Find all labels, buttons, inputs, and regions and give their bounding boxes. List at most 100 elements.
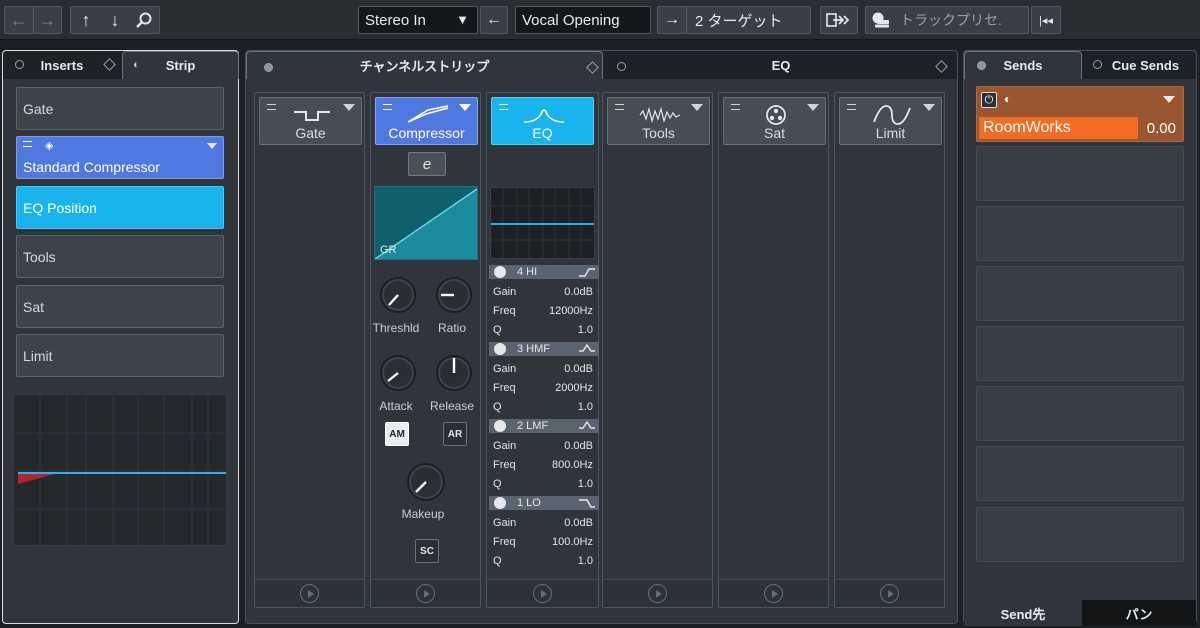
input-routing-select[interactable]: Stereo In ▼ xyxy=(358,6,478,34)
track-preset-field[interactable]: トラックプリセ. xyxy=(865,6,1029,34)
eq-param-row[interactable]: Freq 100.0Hz xyxy=(493,536,593,548)
power-icon[interactable] xyxy=(494,266,506,278)
tab-pan[interactable]: パン xyxy=(1082,600,1196,626)
param-value[interactable]: 0.0dB xyxy=(564,363,593,375)
strip-item-gate[interactable]: Gate xyxy=(16,87,224,130)
bypass-icon[interactable] xyxy=(23,141,32,147)
param-value[interactable]: 1.0 xyxy=(578,478,593,490)
strip-item-compressor[interactable]: ◈ Standard Compressor xyxy=(16,136,224,179)
power-icon[interactable] xyxy=(494,420,506,432)
eq-band-hi-header[interactable]: 4 HI xyxy=(489,265,599,279)
export-button[interactable] xyxy=(820,6,858,34)
power-icon[interactable] xyxy=(494,497,506,509)
send-slot-empty[interactable] xyxy=(976,146,1184,201)
play-icon[interactable] xyxy=(533,584,552,603)
eq-band-hmf-header[interactable]: 3 HMF xyxy=(489,342,599,356)
param-value[interactable]: 0.0dB xyxy=(564,440,593,452)
sat-module-button[interactable]: Sat xyxy=(723,97,826,145)
param-value[interactable]: 1.0 xyxy=(578,324,593,336)
param-value[interactable]: 2000Hz xyxy=(555,382,593,394)
param-value[interactable]: 1.0 xyxy=(578,555,593,567)
pre-post-icon[interactable]: ◐ xyxy=(1004,92,1011,106)
threshold-knob[interactable] xyxy=(377,274,419,316)
eq-param-row[interactable]: Freq 800.0Hz xyxy=(493,459,593,471)
high-shelf-icon[interactable] xyxy=(578,266,596,278)
track-name-field[interactable]: Vocal Opening xyxy=(515,6,651,34)
am-button[interactable]: AM xyxy=(385,422,409,446)
bypass-icon[interactable] xyxy=(847,104,856,110)
strip-item-limit[interactable]: Limit xyxy=(16,334,224,377)
play-icon[interactable] xyxy=(648,584,667,603)
forward-arrow-icon[interactable]: → xyxy=(34,7,62,33)
bypass-icon[interactable] xyxy=(731,104,740,110)
down-arrow-icon[interactable]: ↓ xyxy=(101,7,129,33)
eq-param-row[interactable]: Freq 12000Hz xyxy=(493,305,593,317)
param-value[interactable]: 1.0 xyxy=(578,401,593,413)
chevron-down-icon[interactable] xyxy=(207,143,217,149)
tab-channel-strip[interactable]: チャンネルストリップ xyxy=(246,51,603,79)
send-slot-roomworks[interactable]: ⏻ ◐ RoomWorks 0.00 xyxy=(976,86,1184,142)
tab-send-destination[interactable]: Send先 xyxy=(964,600,1082,626)
eq-param-row[interactable]: Gain 0.0dB xyxy=(493,517,593,529)
ratio-knob[interactable] xyxy=(433,274,475,316)
makeup-knob[interactable] xyxy=(404,460,448,504)
peak-icon[interactable] xyxy=(578,343,596,355)
send-value[interactable]: 0.00 xyxy=(1147,120,1176,137)
eq-param-row[interactable]: Gain 0.0dB xyxy=(493,363,593,375)
power-icon[interactable]: ⏻ xyxy=(981,92,997,108)
eq-param-row[interactable]: Freq 2000Hz xyxy=(493,382,593,394)
chevron-down-icon[interactable] xyxy=(343,104,355,111)
compressor-module-button[interactable]: Compressor xyxy=(375,97,478,145)
tab-eq[interactable]: EQ xyxy=(604,51,958,79)
target-button[interactable]: → 2 ターゲット xyxy=(657,6,811,34)
edit-plugin-button[interactable]: e xyxy=(408,152,446,176)
send-slot-empty[interactable] xyxy=(976,446,1184,501)
eq-param-row[interactable]: Q 1.0 xyxy=(493,478,593,490)
chevron-down-icon[interactable] xyxy=(691,104,703,111)
tab-cue-sends[interactable]: Cue Sends xyxy=(1083,51,1198,79)
eq-band-lmf-header[interactable]: 2 LMF xyxy=(489,419,599,433)
play-icon[interactable] xyxy=(300,584,319,603)
back-arrow-icon[interactable]: ← xyxy=(5,7,33,33)
eq-param-row[interactable]: Q 1.0 xyxy=(493,324,593,336)
param-value[interactable]: 12000Hz xyxy=(549,305,593,317)
eq-param-row[interactable]: Q 1.0 xyxy=(493,555,593,567)
eq-module-button[interactable]: EQ xyxy=(491,97,594,145)
prev-track-button[interactable]: ← xyxy=(480,6,508,34)
eq-param-row[interactable]: Gain 0.0dB xyxy=(493,440,593,452)
send-slot-empty[interactable] xyxy=(976,507,1184,562)
ar-button[interactable]: AR xyxy=(443,422,467,446)
play-icon[interactable] xyxy=(764,584,783,603)
param-value[interactable]: 800.0Hz xyxy=(552,459,593,471)
chevron-down-icon[interactable] xyxy=(923,104,935,111)
chevron-down-icon[interactable] xyxy=(459,104,471,111)
tab-strip[interactable]: ◐ Strip xyxy=(122,51,239,79)
chevron-down-icon[interactable] xyxy=(1163,96,1175,103)
param-value[interactable]: 0.0dB xyxy=(564,517,593,529)
low-cut-icon[interactable] xyxy=(578,497,596,509)
eq-param-row[interactable]: Gain 0.0dB xyxy=(493,286,593,298)
tab-sends[interactable]: Sends xyxy=(964,51,1082,79)
send-slot-empty[interactable] xyxy=(976,266,1184,321)
play-icon[interactable] xyxy=(416,584,435,603)
param-value[interactable]: 100.0Hz xyxy=(552,536,593,548)
bypass-icon[interactable] xyxy=(267,104,276,110)
limit-module-button[interactable]: Limit xyxy=(839,97,942,145)
search-icon[interactable] xyxy=(129,7,159,33)
send-slot-empty[interactable] xyxy=(976,326,1184,381)
sidechain-button[interactable]: SC xyxy=(415,539,439,563)
bypass-icon[interactable] xyxy=(499,104,508,110)
bypass-icon[interactable] xyxy=(615,104,624,110)
chevron-down-icon[interactable] xyxy=(807,104,819,111)
strip-item-eq-position[interactable]: EQ Position xyxy=(16,186,224,229)
up-arrow-icon[interactable]: ↑ xyxy=(71,7,101,33)
tools-module-button[interactable]: Tools xyxy=(607,97,710,145)
tab-inserts[interactable]: Inserts xyxy=(3,51,121,79)
power-icon[interactable] xyxy=(494,343,506,355)
param-value[interactable]: 0.0dB xyxy=(564,286,593,298)
release-knob[interactable] xyxy=(433,352,475,394)
peak-icon[interactable] xyxy=(578,420,596,432)
eq-param-row[interactable]: Q 1.0 xyxy=(493,401,593,413)
send-slot-empty[interactable] xyxy=(976,206,1184,261)
send-slot-empty[interactable] xyxy=(976,386,1184,441)
